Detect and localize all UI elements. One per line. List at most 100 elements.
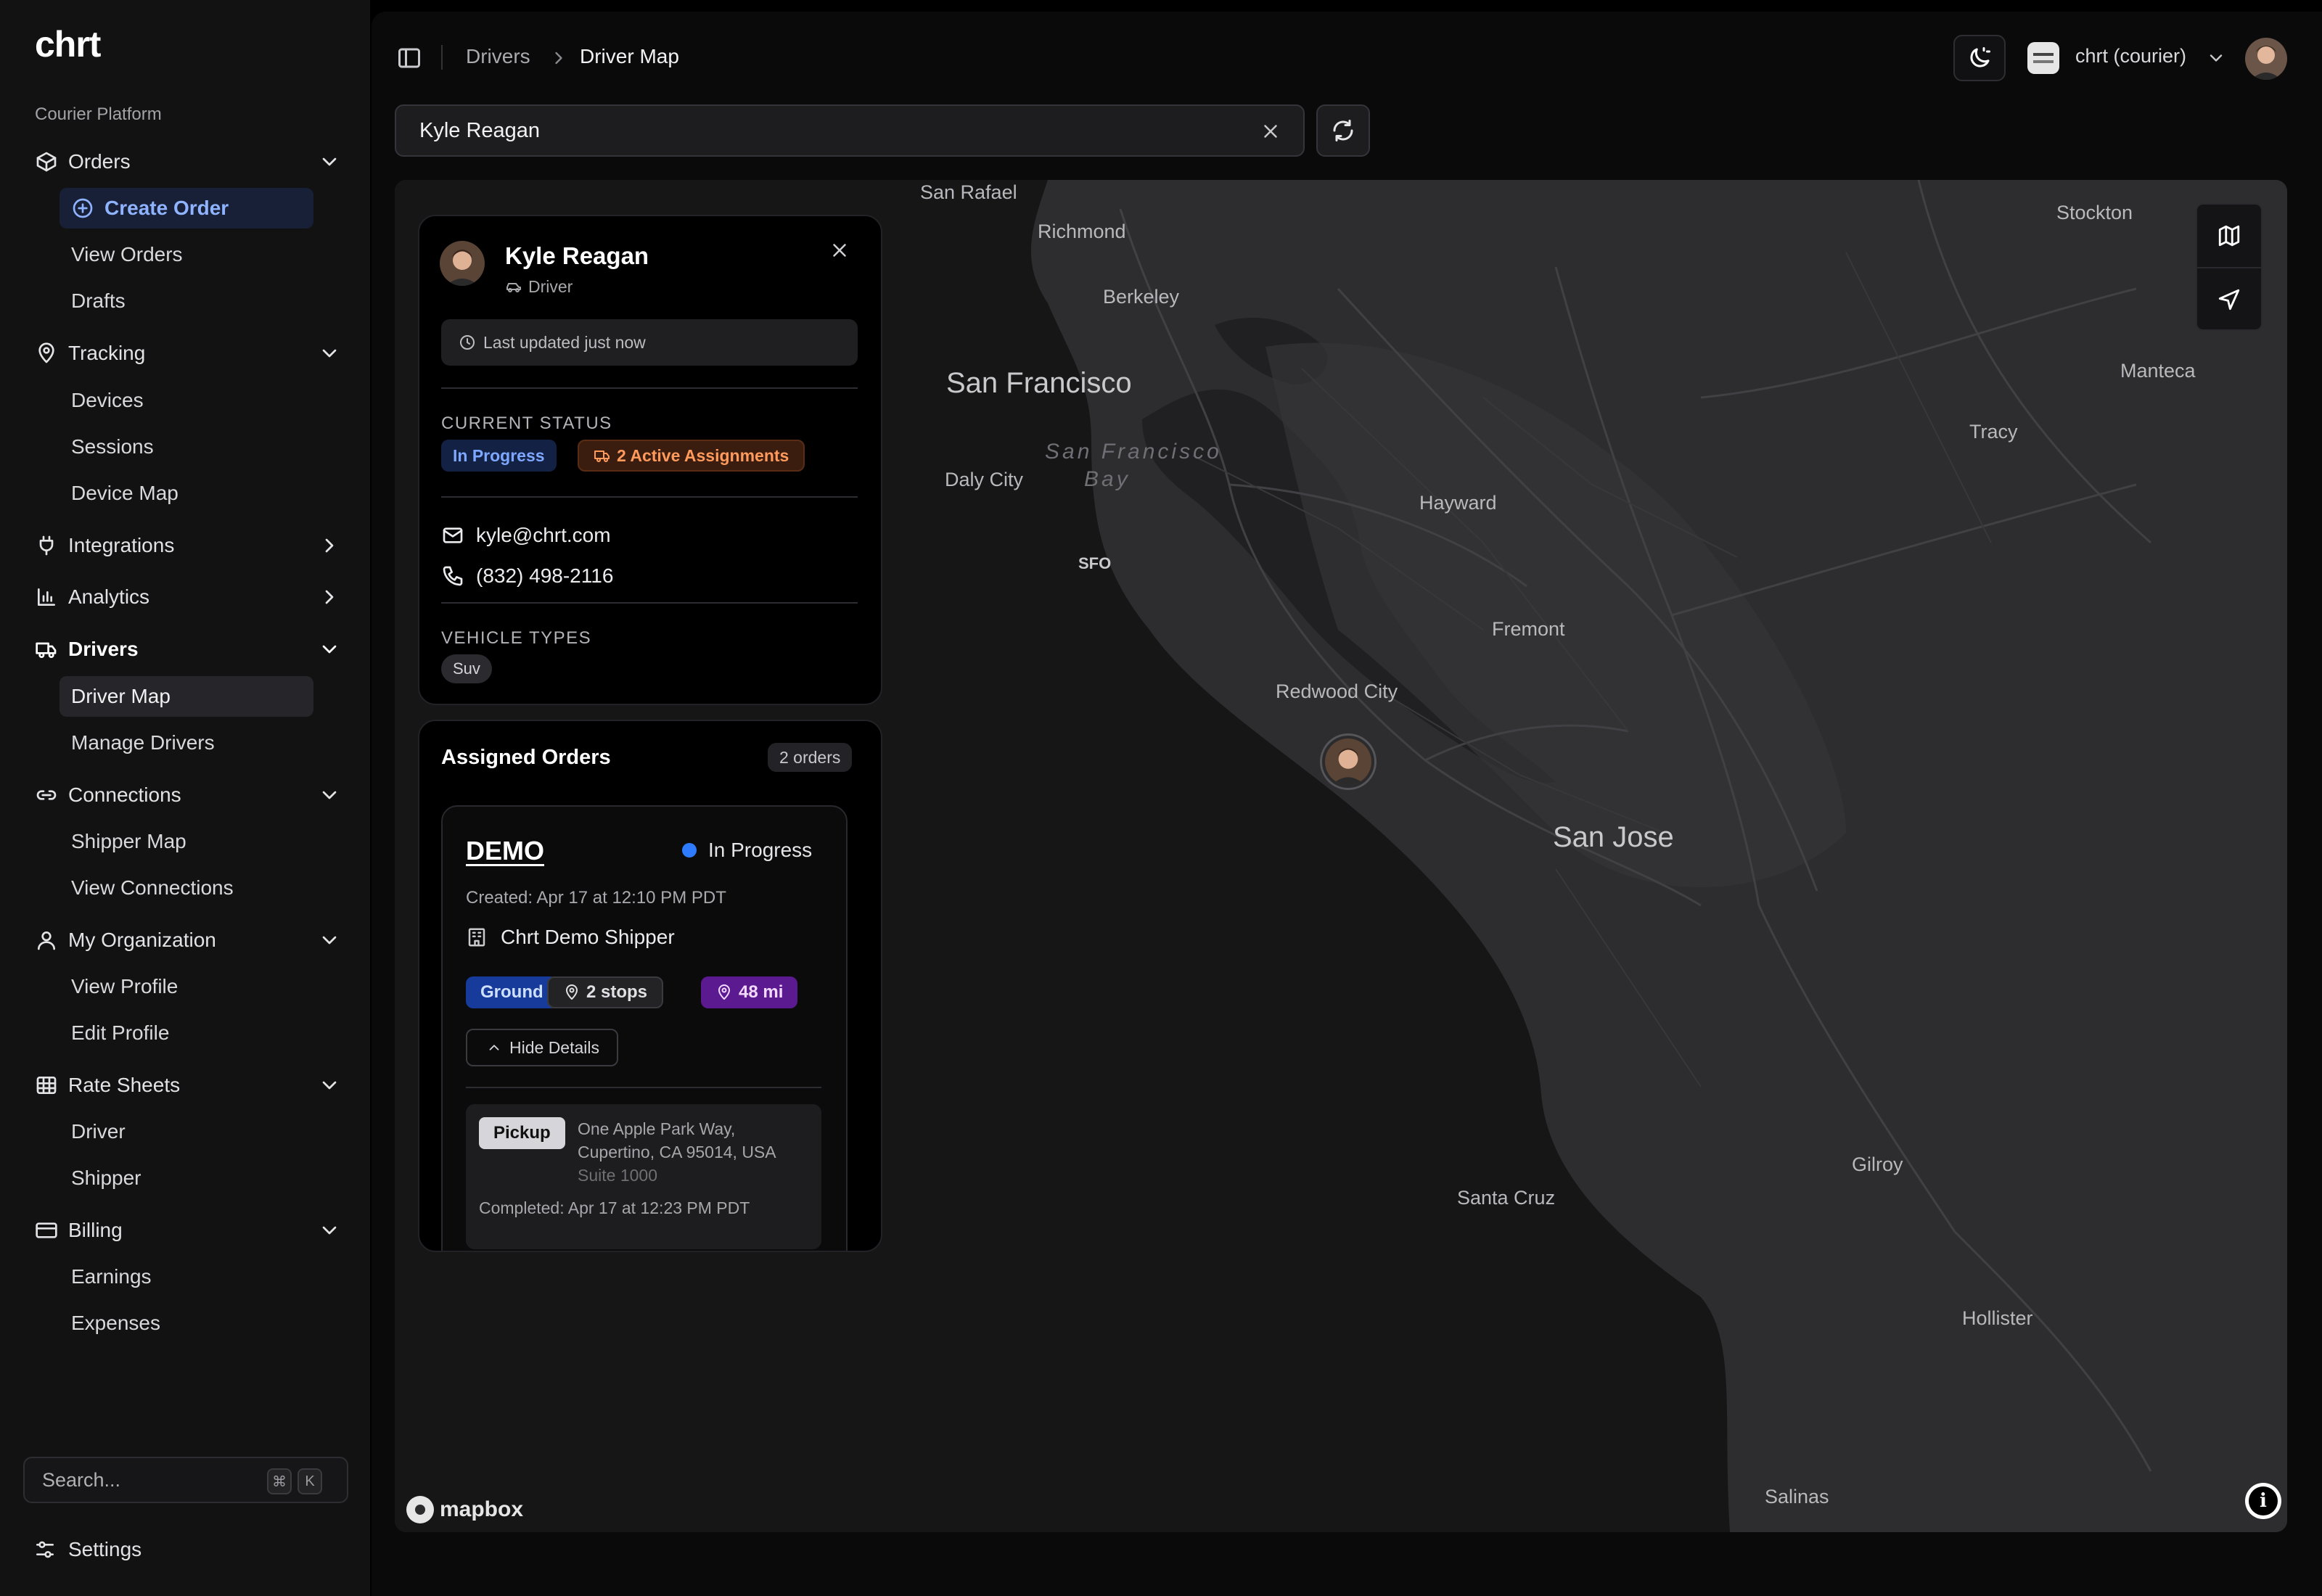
assigned-orders-card: Assigned Orders 2 orders DEMO In Progres… <box>418 720 882 1252</box>
stops-label: 2 stops <box>586 982 648 1002</box>
app-logo[interactable]: chrt <box>35 23 101 65</box>
sidebar-item-sessions[interactable]: Sessions <box>60 427 313 467</box>
locate-button[interactable] <box>2197 268 2261 331</box>
map-pin-icon <box>566 984 578 1000</box>
map-style-button[interactable] <box>2197 205 2261 267</box>
hide-details-button[interactable]: Hide Details <box>466 1029 618 1066</box>
sidebar-item-create-order[interactable]: Create Order <box>60 188 313 229</box>
driver-role-label: Driver <box>528 277 573 296</box>
map-label-santa-cruz: Santa Cruz <box>1457 1187 1556 1209</box>
sidebar-search[interactable]: Search... ⌘ K <box>23 1457 348 1503</box>
map-pin-icon <box>718 984 730 1000</box>
last-updated-pill: Last updated just now <box>441 319 858 366</box>
sidebar-group-label: Billing <box>68 1219 123 1241</box>
driver-search-value: Kyle Reagan <box>419 118 541 142</box>
sidebar-item-view-profile[interactable]: View Profile <box>60 966 313 1007</box>
chevron-down-icon <box>322 157 337 166</box>
stop-completed: Completed: Apr 17 at 12:23 PM PDT <box>479 1198 750 1217</box>
breadcrumb-drivers[interactable]: Drivers <box>466 45 530 68</box>
driver-phone-text: (832) 498-2116 <box>476 564 614 587</box>
car-icon <box>506 282 521 292</box>
order-id-link[interactable]: DEMO <box>466 836 544 866</box>
map-label-stockton: Stockton <box>2056 202 2133 223</box>
driver-email[interactable]: kyle@chrt.com <box>441 521 611 550</box>
sidebar: chrt Courier Platform Orders Create Orde… <box>0 0 370 1596</box>
sidebar-item-devices[interactable]: Devices <box>60 380 313 421</box>
close-icon[interactable] <box>1260 120 1281 142</box>
sidebar-group-tracking[interactable]: Tracking <box>29 333 348 374</box>
vehicle-types-heading: VEHICLE TYPES <box>441 628 592 648</box>
mapbox-wordmark: mapbox <box>440 1497 524 1521</box>
sidebar-group-label: Integrations <box>68 534 175 556</box>
sidebar-group-drivers[interactable]: Drivers <box>29 629 348 670</box>
map-label-richmond: Richmond <box>1038 221 1126 242</box>
sidebar-item-device-map[interactable]: Device Map <box>60 473 313 514</box>
sidebar-group-rate-sheets[interactable]: Rate Sheets <box>29 1065 348 1106</box>
orders-count-badge: 2 orders <box>768 743 853 772</box>
divider <box>441 602 858 604</box>
sidebar-item-view-orders[interactable]: View Orders <box>60 234 313 275</box>
mapbox-logo[interactable]: mapbox <box>406 1496 523 1523</box>
sidebar-item-rate-sheet-shipper[interactable]: Shipper <box>60 1158 313 1198</box>
distance-label: 48 mi <box>739 982 784 1002</box>
driver-map[interactable]: San Rafael Richmond Berkeley San Francis… <box>395 180 2287 1532</box>
sidebar-item-expenses[interactable]: Expenses <box>60 1303 313 1344</box>
chevron-down-icon <box>322 1226 337 1235</box>
sidebar-item-rate-sheet-driver[interactable]: Driver <box>60 1111 313 1152</box>
driver-phone[interactable]: (832) 498-2116 <box>441 562 613 591</box>
order-status-text: In Progress <box>708 839 813 861</box>
org-logo <box>2027 42 2059 74</box>
sidebar-group-connections[interactable]: Connections <box>29 775 348 815</box>
sidebar-item-edit-profile[interactable]: Edit Profile <box>60 1013 313 1053</box>
chevron-down-icon[interactable] <box>2206 48 2226 68</box>
status-badge: In Progress <box>441 440 557 472</box>
map-label-daly-city: Daly City <box>945 469 1024 490</box>
sidebar-group-label: Orders <box>68 150 131 173</box>
sidebar-item-driver-map[interactable]: Driver Map <box>60 676 313 717</box>
driver-search-input[interactable]: Kyle Reagan <box>395 104 1305 157</box>
map-label-salinas: Salinas <box>1765 1486 1829 1507</box>
map-attribution-info-button[interactable]: i <box>2245 1483 2281 1519</box>
sidebar-group-label: Analytics <box>68 585 150 608</box>
map-label-san-jose: San Jose <box>1553 821 1674 853</box>
assignments-badge: 2 Active Assignments <box>578 440 805 472</box>
sidebar-group-my-organization[interactable]: My Organization <box>29 920 348 961</box>
order-item[interactable]: DEMO In Progress Created: Apr 17 at 12:1… <box>441 805 848 1251</box>
driver-email-text: kyle@chrt.com <box>476 524 611 546</box>
sidebar-settings[interactable]: Settings <box>29 1529 141 1570</box>
chevron-right-icon <box>325 590 334 604</box>
sidebar-group-integrations[interactable]: Integrations <box>29 525 348 566</box>
sidebar-group-label: My Organization <box>68 929 216 951</box>
map-label-sfo: SFO <box>1078 554 1112 572</box>
theme-toggle-button[interactable] <box>1953 35 2006 81</box>
sidebar-group-label: Drivers <box>68 638 139 660</box>
sidebar-group-analytics[interactable]: Analytics <box>29 577 348 617</box>
driver-location-marker[interactable] <box>1322 736 1374 788</box>
refresh-button[interactable] <box>1316 104 1370 157</box>
sidebar-item-manage-drivers[interactable]: Manage Drivers <box>60 723 313 763</box>
hide-details-label: Hide Details <box>509 1037 599 1057</box>
map-label-hollister: Hollister <box>1962 1307 2033 1329</box>
mail-icon <box>443 527 463 543</box>
org-switcher[interactable]: chrt (courier) <box>2075 45 2186 67</box>
chevron-down-icon <box>322 1081 337 1090</box>
close-icon[interactable] <box>829 239 850 261</box>
sidebar-item-label: Create Order <box>104 197 229 219</box>
sidebar-toggle-icon[interactable] <box>396 45 422 71</box>
sidebar-item-shipper-map[interactable]: Shipper Map <box>60 821 313 862</box>
sidebar-group-billing[interactable]: Billing <box>29 1210 348 1251</box>
bar-chart-icon <box>33 584 60 610</box>
vehicle-type-badge: Suv <box>441 654 492 683</box>
order-shipper-name: Chrt Demo Shipper <box>501 926 675 948</box>
user-avatar[interactable] <box>2245 38 2287 80</box>
sidebar-group-orders[interactable]: Orders <box>29 141 348 182</box>
sidebar-item-earnings[interactable]: Earnings <box>60 1256 313 1297</box>
driver-name: Kyle Reagan <box>505 242 649 269</box>
sliders-icon <box>36 1541 54 1558</box>
chevron-down-icon <box>322 791 337 799</box>
main-content: Drivers Driver Map chrt (courier) Kyle R… <box>372 12 2322 1596</box>
chevron-right-icon <box>325 538 334 553</box>
stops-badge: 2 stops <box>547 976 664 1008</box>
sidebar-item-drafts[interactable]: Drafts <box>60 281 313 321</box>
sidebar-item-view-connections[interactable]: View Connections <box>60 868 313 908</box>
